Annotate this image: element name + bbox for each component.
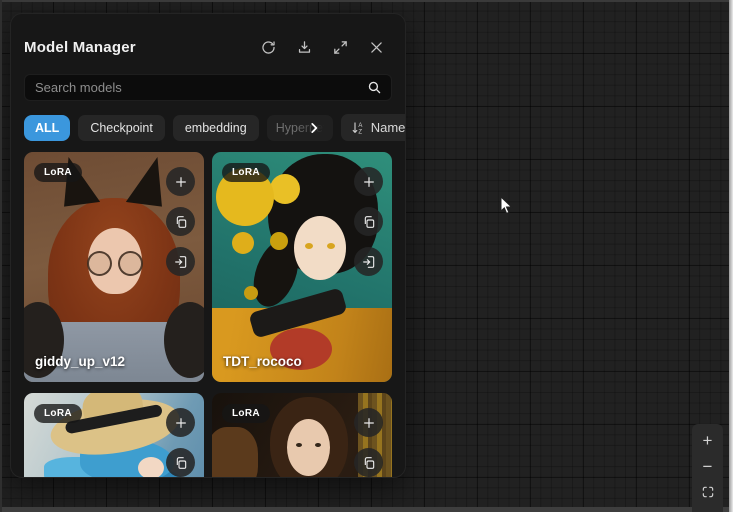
model-name: TDT_rococo xyxy=(223,354,302,369)
expand-icon[interactable] xyxy=(332,39,349,56)
import-model-button[interactable] xyxy=(166,247,195,276)
download-icon[interactable] xyxy=(296,39,313,56)
app-canvas[interactable]: Model Manager xyxy=(0,0,733,512)
chevron-right-icon[interactable] xyxy=(307,121,321,135)
art-shape xyxy=(212,427,258,478)
copy-model-button[interactable] xyxy=(354,448,383,477)
add-model-button[interactable] xyxy=(166,167,195,196)
add-model-button[interactable] xyxy=(354,408,383,437)
model-card-tdt-rococo[interactable]: LoRA TDT_rococo xyxy=(212,152,392,382)
art-shape xyxy=(24,322,204,382)
copy-model-button[interactable] xyxy=(166,448,195,477)
add-model-button[interactable] xyxy=(166,408,195,437)
zoom-in-button[interactable]: + xyxy=(692,427,723,453)
header-actions xyxy=(260,39,392,56)
svg-text:A: A xyxy=(358,123,362,129)
model-card-grid: LoRA giddy_up_v12 xyxy=(24,152,392,478)
search-row xyxy=(24,74,392,101)
filter-chips-row: ALL Checkpoint embedding Hypernetwork AZ… xyxy=(24,114,392,141)
window-edge-top xyxy=(0,0,733,2)
art-shape xyxy=(287,419,330,476)
model-manager-panel: Model Manager xyxy=(10,13,406,478)
panel-header: Model Manager xyxy=(24,32,392,62)
lora-badge: LoRA xyxy=(222,404,270,423)
zoom-out-label: − xyxy=(703,458,713,475)
import-model-button[interactable] xyxy=(354,247,383,276)
card-actions xyxy=(354,408,383,477)
panel-title: Model Manager xyxy=(24,39,136,56)
model-name: giddy_up_v12 xyxy=(35,354,125,369)
card-actions xyxy=(166,167,195,276)
sort-dropdown[interactable]: AZ Name xyxy=(341,114,406,141)
search-input[interactable] xyxy=(24,74,392,101)
window-edge-left xyxy=(0,0,2,512)
fit-view-button[interactable] xyxy=(692,479,723,505)
model-card-row2-left[interactable]: LoRA xyxy=(24,393,204,478)
art-shape xyxy=(85,251,145,273)
lora-badge: LoRA xyxy=(34,163,82,182)
lora-badge: LoRA xyxy=(34,404,82,423)
model-card-giddy-up-v12[interactable]: LoRA giddy_up_v12 xyxy=(24,152,204,382)
art-shape xyxy=(212,308,392,382)
window-edge-bottom xyxy=(0,507,729,512)
copy-model-button[interactable] xyxy=(354,207,383,236)
svg-text:Z: Z xyxy=(358,129,362,135)
canvas-zoom-toolbar: + − xyxy=(692,424,723,512)
refresh-icon[interactable] xyxy=(260,39,277,56)
art-shape xyxy=(294,216,346,280)
window-scrollbar-right[interactable] xyxy=(729,0,733,512)
close-icon[interactable] xyxy=(368,39,385,56)
zoom-out-button[interactable]: − xyxy=(692,453,723,479)
card-actions xyxy=(354,167,383,276)
fit-view-icon xyxy=(701,485,715,499)
filter-chip-hypernetwork[interactable]: Hypernetwork xyxy=(267,115,333,141)
card-actions xyxy=(166,408,195,477)
lora-badge: LoRA xyxy=(222,163,270,182)
sort-alpha-icon: AZ xyxy=(350,120,366,136)
add-model-button[interactable] xyxy=(354,167,383,196)
sort-label: Name xyxy=(371,120,406,135)
model-card-row2-right[interactable]: LoRA xyxy=(212,393,392,478)
filter-chip-embedding[interactable]: embedding xyxy=(173,115,259,141)
filter-chip-checkpoint[interactable]: Checkpoint xyxy=(78,115,165,141)
search-icon[interactable] xyxy=(366,79,383,96)
zoom-in-label: + xyxy=(703,432,713,449)
filter-chip-hypernetwork-label: Hypernetwork xyxy=(276,121,333,135)
mouse-cursor xyxy=(500,196,513,221)
filter-chip-all[interactable]: ALL xyxy=(24,115,70,141)
copy-model-button[interactable] xyxy=(166,207,195,236)
